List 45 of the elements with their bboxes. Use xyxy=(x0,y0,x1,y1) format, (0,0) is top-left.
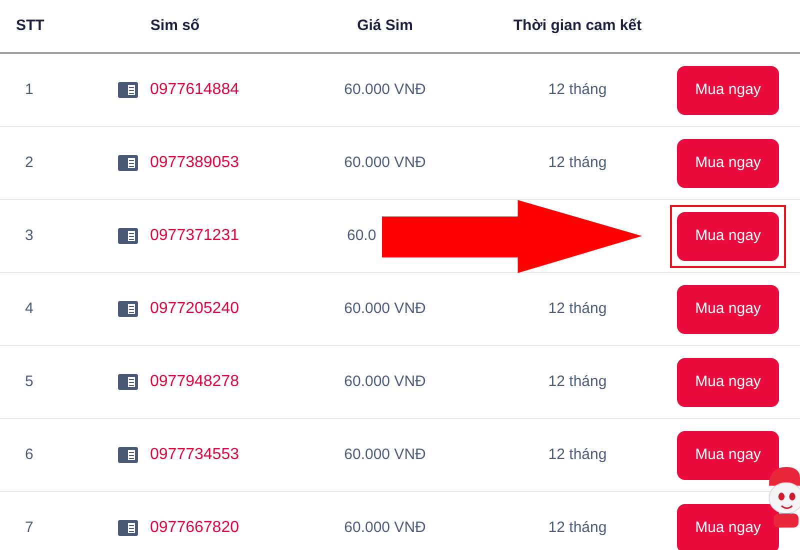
sim-price: 60.000 VNĐ xyxy=(344,519,426,536)
sim-card-icon xyxy=(118,520,138,536)
sim-number-link[interactable]: 0977667820 xyxy=(150,516,239,540)
buy-now-button[interactable]: Mua ngay xyxy=(677,430,779,480)
buy-now-button[interactable]: Mua ngay xyxy=(677,504,779,550)
buy-now-button[interactable]: Mua ngay xyxy=(677,358,779,406)
commitment-term: 12 tháng xyxy=(548,446,607,463)
buy-now-button[interactable]: Mua ngay xyxy=(677,138,779,188)
row-index: 2 xyxy=(25,154,34,171)
sim-price: 60.000 VNĐ xyxy=(344,300,426,317)
sim-card-icon xyxy=(118,301,138,317)
buy-now-button[interactable]: Mua ngay xyxy=(677,212,779,260)
sim-price: 60.0 xyxy=(347,227,376,244)
row-index: 3 xyxy=(25,227,34,244)
column-header: Giá Sim xyxy=(357,17,413,34)
row-index: 7 xyxy=(25,519,34,536)
row-index: 5 xyxy=(25,373,34,390)
buy-now-button[interactable]: Mua ngay xyxy=(677,66,779,114)
row-index: 4 xyxy=(25,300,34,317)
sim-number-link[interactable]: 0977614884 xyxy=(150,78,239,102)
sim-number-link[interactable]: 0977371231 xyxy=(150,224,239,248)
column-header: Thời gian cam kết xyxy=(513,17,642,34)
sim-price: 60.000 VNĐ xyxy=(344,154,426,171)
sim-number-link[interactable]: 0977948278 xyxy=(150,370,239,394)
column-header: Sim số xyxy=(150,17,200,34)
commitment-term: 12 tháng xyxy=(548,81,607,98)
commitment-term: 12 tháng xyxy=(548,373,607,390)
row-index: 6 xyxy=(25,446,34,463)
commitment-term: 12 tháng xyxy=(548,519,607,536)
sim-card-icon xyxy=(118,82,138,98)
buy-now-button[interactable]: Mua ngay xyxy=(677,284,779,334)
sim-card-icon xyxy=(118,228,138,244)
sim-number-link[interactable]: 0977205240 xyxy=(150,297,239,321)
sim-card-icon xyxy=(118,447,138,463)
column-header: STT xyxy=(16,17,44,34)
sim-number-link[interactable]: 0977734553 xyxy=(150,443,239,467)
sim-price: 60.000 VNĐ xyxy=(344,446,426,463)
row-index: 1 xyxy=(25,81,34,98)
sim-number-link[interactable]: 0977389053 xyxy=(150,151,239,175)
sim-card-icon xyxy=(118,155,138,171)
sim-price: 60.000 VNĐ xyxy=(344,373,426,390)
commitment-term: 12 tháng xyxy=(548,300,607,317)
sim-price: 60.000 VNĐ xyxy=(344,81,426,98)
commitment-term: 12 tháng xyxy=(548,154,607,171)
sim-card-icon xyxy=(118,374,138,390)
